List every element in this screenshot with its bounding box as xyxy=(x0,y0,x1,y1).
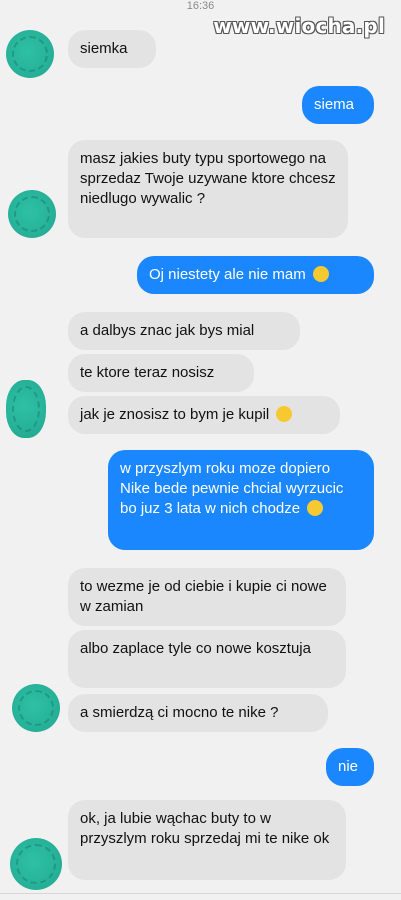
avatar xyxy=(6,30,54,78)
message-text: siema xyxy=(314,96,355,113)
message-text: jak je znosisz to bym je kupil xyxy=(80,406,270,423)
message-text: albo zaplace tyle co nowe kosztuja xyxy=(80,640,311,657)
watermark: www.wiocha.pl xyxy=(213,14,385,38)
message-text: te ktore teraz nosisz xyxy=(80,364,215,381)
message-bubble[interactable]: a dalbys znac jak bys mial xyxy=(68,312,300,350)
message-bubble[interactable]: a smierdzą ci mocno te nike ? xyxy=(68,694,328,732)
avatar xyxy=(12,684,60,732)
message-bubble[interactable]: to wezme je od ciebie i kupie ci nowe w … xyxy=(68,568,346,626)
message-text: ok, ja lubie wąchac buty to w przyszlym … xyxy=(80,810,330,847)
message-bubble[interactable]: jak je znosisz to bym je kupil xyxy=(68,396,340,434)
message-bubble[interactable]: albo zaplace tyle co nowe kosztuja xyxy=(68,630,346,688)
message-bubble[interactable]: siemka xyxy=(68,30,156,68)
avatar xyxy=(8,190,56,238)
message-bubble[interactable]: siema xyxy=(302,86,374,124)
status-time: 16:36 xyxy=(186,0,215,12)
message-bubble[interactable]: w przyszlym roku moze dopiero Nike bede … xyxy=(108,450,374,550)
smile-tongue-icon xyxy=(276,406,293,422)
message-text: Oj niestety ale nie mam xyxy=(149,266,306,283)
message-text: siemka xyxy=(80,40,128,57)
message-bubble[interactable]: Oj niestety ale nie mam xyxy=(137,256,374,294)
message-bubble[interactable]: ok, ja lubie wąchac buty to w przyszlym … xyxy=(68,800,346,880)
message-text: to wezme je od ciebie i kupie ci nowe w … xyxy=(80,578,327,615)
message-bubble[interactable]: te ktore teraz nosisz xyxy=(68,354,254,392)
smile-wink-icon xyxy=(307,500,324,516)
message-text: nie xyxy=(338,758,359,775)
message-bubble[interactable]: nie xyxy=(326,748,374,786)
message-text: a smierdzą ci mocno te nike ? xyxy=(80,704,279,721)
avatar xyxy=(10,838,62,890)
message-text: masz jakies buty typu sportowego na sprz… xyxy=(80,150,336,207)
divider xyxy=(0,893,401,894)
avatar xyxy=(6,380,46,438)
message-text: a dalbys znac jak bys mial xyxy=(80,322,255,339)
smile-wink-icon xyxy=(312,266,329,282)
message-bubble[interactable]: masz jakies buty typu sportowego na sprz… xyxy=(68,140,348,238)
